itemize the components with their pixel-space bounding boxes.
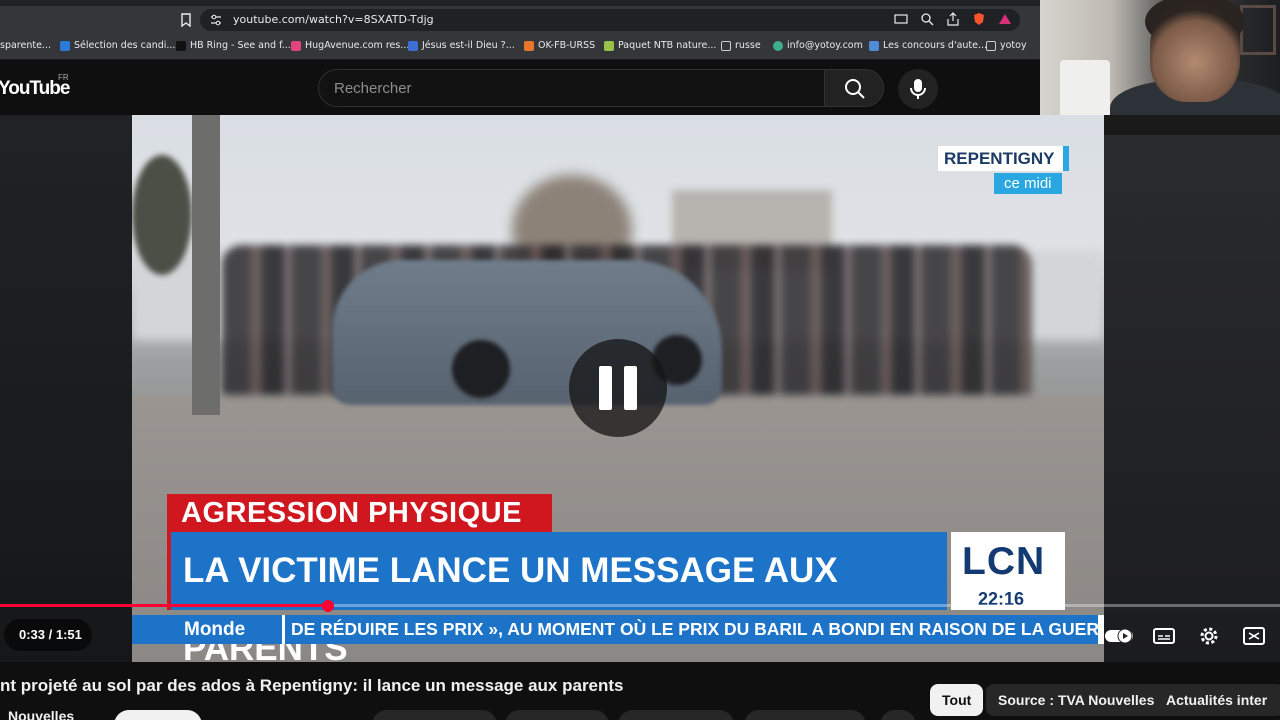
scene-pole bbox=[192, 115, 220, 415]
location-label: REPENTIGNY bbox=[938, 146, 1069, 171]
share-button[interactable] bbox=[505, 710, 609, 720]
bookmark-item[interactable]: sparente... bbox=[0, 40, 51, 51]
location-sublabel: ce midi bbox=[994, 173, 1062, 194]
favicon-icon bbox=[176, 40, 186, 51]
favicon-icon bbox=[291, 40, 301, 51]
region-code: FR bbox=[58, 73, 69, 82]
player-controls-right bbox=[1100, 620, 1280, 650]
share-icon[interactable] bbox=[946, 12, 960, 26]
favicon-icon bbox=[869, 40, 879, 51]
time-display: 0:33 / 1:51 bbox=[4, 619, 92, 651]
news-ticker: Monde DE RÉDUIRE LES PRIX », AU MOMENT O… bbox=[132, 615, 1104, 644]
news-banner-category: AGRESSION PHYSIQUE bbox=[167, 494, 552, 532]
ticker-category: Monde bbox=[132, 615, 282, 644]
video-frame[interactable]: REPENTIGNY ce midi AGRESSION PHYSIQUE LA… bbox=[132, 115, 1104, 662]
chip-international-news[interactable]: Actualités inter bbox=[1154, 684, 1280, 716]
bookmarks-bar: sparente... Sélection des candi... HB Ri… bbox=[0, 34, 1040, 60]
scene-wheel bbox=[452, 340, 510, 398]
bookmark-item[interactable]: info@yotoy.com bbox=[773, 40, 863, 51]
chip-all[interactable]: Tout bbox=[930, 684, 984, 716]
search-icon bbox=[845, 79, 865, 99]
like-dislike-button[interactable] bbox=[372, 710, 497, 720]
person-head bbox=[1150, 2, 1240, 102]
brave-shield-icon[interactable] bbox=[972, 12, 986, 26]
favicon-icon bbox=[408, 40, 418, 51]
folder-icon bbox=[986, 40, 996, 51]
subscribe-button[interactable] bbox=[114, 710, 202, 720]
favicon-icon bbox=[60, 40, 70, 51]
save-button[interactable] bbox=[618, 710, 734, 720]
voice-search-button[interactable] bbox=[898, 69, 938, 109]
ticker-text: DE RÉDUIRE LES PRIX », AU MOMENT OÙ LE P… bbox=[282, 615, 1098, 644]
more-actions-button[interactable] bbox=[880, 710, 916, 720]
progress-played bbox=[0, 604, 328, 607]
bookmark-item[interactable]: Sélection des candi... bbox=[60, 40, 175, 51]
news-banner-headline: LA VICTIME LANCE UN MESSAGE AUX PARENTS bbox=[167, 532, 947, 662]
miniplayer-icon[interactable] bbox=[1242, 624, 1266, 648]
url-text: youtube.com/watch?v=8SXATD-Tdjg bbox=[233, 13, 434, 26]
bookmark-item[interactable]: HB Ring - See and f... bbox=[176, 40, 291, 51]
bookmark-folder[interactable]: yotoy bbox=[986, 40, 1027, 51]
cast-icon[interactable] bbox=[894, 12, 908, 26]
chip-source[interactable]: Source : TVA Nouvelles bbox=[986, 684, 1167, 716]
microphone-icon bbox=[910, 79, 926, 99]
progress-scrubber[interactable] bbox=[322, 600, 334, 612]
ambient-right bbox=[1104, 135, 1280, 662]
bookmark-item[interactable]: Jésus est-il Dieu ?... bbox=[408, 40, 515, 51]
folder-icon bbox=[721, 40, 731, 51]
channel-logo: LCN bbox=[962, 540, 1046, 583]
video-title: nt projeté au sol par des ados à Repenti… bbox=[0, 676, 624, 695]
ambient-left bbox=[0, 115, 132, 662]
clip-button[interactable] bbox=[744, 710, 866, 720]
bookmark-icon[interactable] bbox=[180, 13, 192, 28]
pause-icon bbox=[599, 366, 612, 410]
bookmark-item[interactable]: HugAvenue.com res... bbox=[291, 40, 409, 51]
omnibox[interactable]: youtube.com/watch?v=8SXATD-Tdjg bbox=[200, 9, 1020, 31]
favicon-icon bbox=[604, 40, 614, 51]
channel-name[interactable]: Nouvelles bbox=[8, 708, 74, 720]
favicon-icon bbox=[773, 40, 783, 51]
video-player[interactable]: REPENTIGNY ce midi AGRESSION PHYSIQUE LA… bbox=[0, 115, 1280, 662]
settings-gear-icon[interactable] bbox=[1197, 624, 1221, 648]
bookmark-folder[interactable]: russe bbox=[721, 40, 761, 51]
brave-rewards-icon[interactable] bbox=[998, 12, 1012, 26]
wall-frame bbox=[1240, 5, 1276, 55]
youtube-header: YouTube FR Rechercher bbox=[0, 60, 1040, 114]
bookmark-item[interactable]: Paquet NTB nature... bbox=[604, 40, 716, 51]
pause-button[interactable] bbox=[569, 339, 667, 437]
address-bar-row: youtube.com/watch?v=8SXATD-Tdjg bbox=[0, 6, 1040, 34]
autoplay-toggle-icon[interactable] bbox=[1104, 624, 1133, 648]
search-input[interactable]: Rechercher bbox=[318, 69, 826, 107]
scene-tree bbox=[132, 155, 192, 275]
pause-icon bbox=[624, 366, 637, 410]
subtitles-icon[interactable] bbox=[1152, 624, 1176, 648]
zoom-icon[interactable] bbox=[920, 12, 934, 26]
search-button[interactable] bbox=[824, 69, 884, 107]
bookmark-item[interactable]: OK-FB-URSS bbox=[524, 40, 595, 51]
search-placeholder: Rechercher bbox=[334, 80, 412, 97]
bookmark-item[interactable]: Les concours d'aute... bbox=[869, 40, 987, 51]
site-info-icon[interactable] bbox=[210, 13, 222, 27]
favicon-icon bbox=[524, 40, 534, 51]
time-text: 0:33 / 1:51 bbox=[19, 627, 82, 642]
